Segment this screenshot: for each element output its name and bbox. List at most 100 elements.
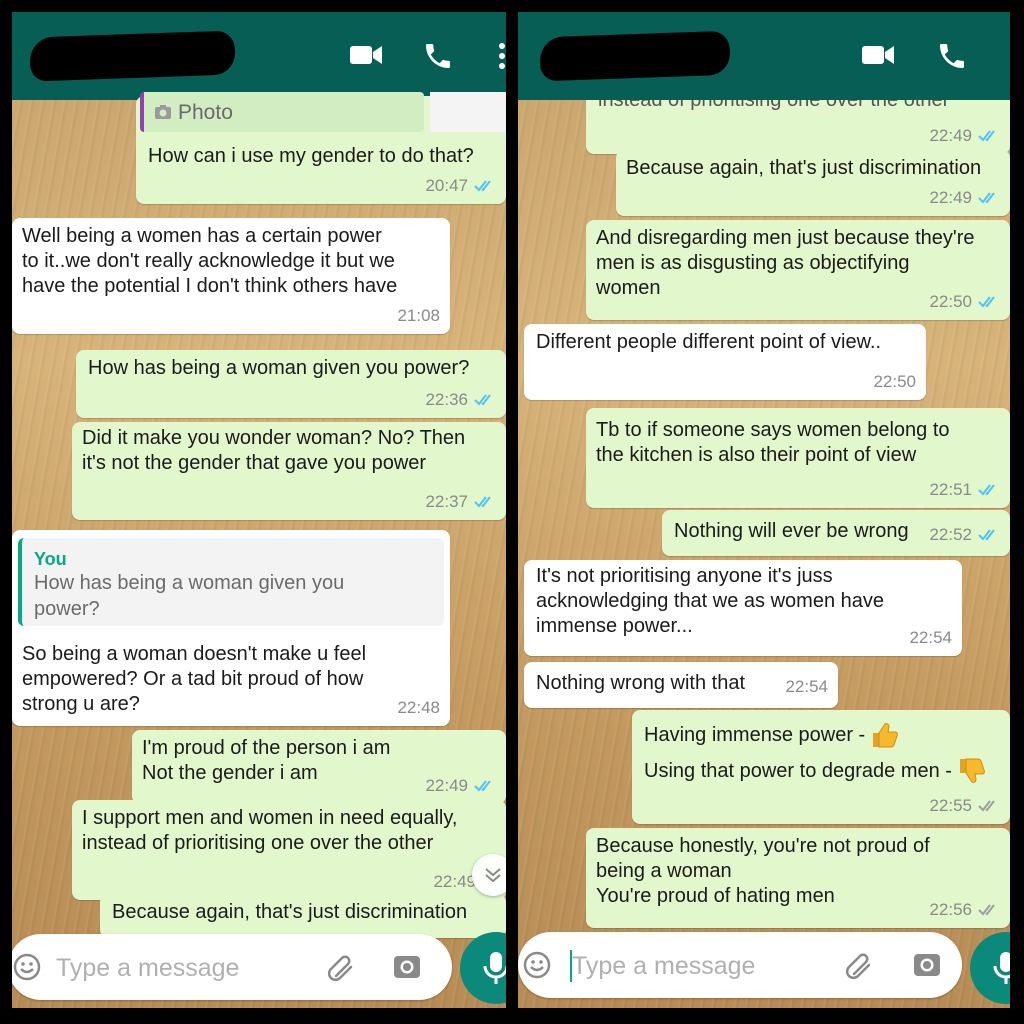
camera-icon[interactable] [392, 952, 422, 982]
thumbs-up-emoji [873, 723, 899, 748]
outgoing-message[interactable]: How has being a woman given you power? 2… [76, 350, 506, 418]
message-meta: 22:54 [785, 674, 828, 699]
double-check-icon [978, 129, 995, 142]
scroll-to-bottom-button[interactable] [472, 854, 506, 896]
double-check-icon [474, 495, 491, 508]
message-text: Because again, that's just discriminatio… [112, 901, 468, 923]
redacted-contact-name [539, 30, 731, 82]
video-camera-icon[interactable] [348, 40, 384, 70]
message-time: 22:36 [425, 390, 468, 409]
double-check-icon [978, 191, 995, 204]
message-meta: 20:47 [425, 173, 496, 198]
outgoing-message[interactable]: Photo How can i use my gender to do that… [136, 92, 506, 204]
voice-message-button[interactable] [460, 932, 506, 1004]
message-meta: 22:50 [873, 369, 916, 394]
message-meta: 22:49 [433, 869, 476, 894]
message-line: Having immense power - [644, 720, 899, 750]
chat-screen-right: instead of prioritising one over the oth… [518, 12, 1010, 1008]
double-check-icon [978, 799, 995, 812]
quoted-photo[interactable]: Photo [136, 92, 506, 138]
microphone-icon [483, 952, 506, 984]
camera-icon[interactable] [912, 950, 942, 980]
phone-icon[interactable] [422, 40, 454, 72]
phone-icon[interactable] [936, 40, 968, 72]
photo-thumbnail [430, 92, 506, 132]
message-meta: 22:48 [397, 695, 440, 720]
message-time: 22:50 [873, 372, 916, 391]
paperclip-icon[interactable] [326, 952, 356, 982]
message-time: 22:48 [397, 698, 440, 717]
message-meta: 22:51 [929, 477, 1000, 502]
message-time: 22:49 [929, 126, 972, 145]
incoming-message[interactable]: Nothing wrong with that 22:54 [524, 662, 838, 708]
double-check-icon [978, 903, 995, 916]
smiley-icon[interactable] [12, 952, 42, 982]
message-text: How can i use my gender to do that? [148, 145, 474, 167]
incoming-message[interactable]: Different people different point of view… [524, 324, 926, 400]
message-meta: 21:08 [397, 303, 440, 328]
message-input-placeholder[interactable]: Type a message [572, 951, 755, 981]
thumbs-down-emoji [959, 758, 985, 783]
outgoing-message[interactable]: Did it make you wonder woman? No? Then i… [72, 422, 506, 520]
outgoing-message[interactable]: Tb to if someone says women belong to th… [586, 408, 1010, 508]
paperclip-icon[interactable] [844, 950, 874, 980]
message-time: 22:49 [425, 776, 468, 795]
chat-header [12, 12, 506, 100]
outgoing-message[interactable]: And disregarding men just because they'r… [586, 220, 1010, 320]
message-meta: 22:36 [425, 387, 496, 412]
message-meta: 22:49 [929, 123, 1000, 148]
message-meta: 22:50 [929, 289, 1000, 314]
incoming-message[interactable]: Well being a women has a certain power t… [12, 218, 450, 334]
message-text: Did it make you wonder woman? No? Then i… [82, 427, 466, 474]
outgoing-message[interactable]: Because again, that's just discriminatio… [100, 894, 506, 938]
incoming-message[interactable]: It's not prioritising anyone it's juss a… [524, 560, 962, 656]
double-check-icon [978, 483, 995, 496]
video-camera-icon[interactable] [860, 40, 896, 70]
message-time: 22:56 [929, 900, 972, 919]
camera-icon [155, 105, 171, 119]
incoming-message[interactable]: You How has being a woman given you powe… [12, 530, 450, 726]
message-text: I support men and women in need equally,… [82, 807, 458, 854]
outgoing-message[interactable]: Because again, that's just discriminatio… [616, 150, 1010, 216]
quoted-photo-label: Photo [178, 100, 233, 124]
message-time: 22:37 [425, 492, 468, 511]
message-text: Nothing wrong with that [536, 672, 746, 694]
outgoing-message[interactable]: I support men and women in need equally,… [72, 800, 506, 900]
smiley-icon[interactable] [522, 950, 552, 980]
message-meta: 22:49 [929, 185, 1000, 210]
quoted-message[interactable]: You How has being a woman given you powe… [18, 538, 444, 626]
message-meta: 22:37 [425, 489, 496, 514]
voice-message-button[interactable] [970, 932, 1010, 1004]
message-text: Well being a women has a certain power t… [22, 225, 398, 297]
outgoing-message[interactable]: I'm proud of the person i am Not the gen… [132, 730, 506, 804]
message-time: 20:47 [425, 176, 468, 195]
message-time: 22:54 [785, 677, 828, 696]
outgoing-message[interactable]: Nothing will ever be wrong 22:52 [662, 510, 1010, 556]
message-text: How has being a woman given you power? [88, 357, 470, 379]
double-check-icon [978, 295, 995, 308]
message-meta: 22:55 [929, 793, 1000, 818]
message-input-placeholder[interactable]: Type a message [56, 953, 239, 983]
microphone-icon [993, 952, 1010, 984]
message-text: Because again, that's just discriminatio… [626, 157, 982, 179]
message-input-bar[interactable]: Type a message [518, 932, 962, 998]
message-time: 22:51 [929, 480, 972, 499]
message-input-bar[interactable]: Type a message [12, 934, 452, 1000]
message-time: 21:08 [397, 306, 440, 325]
message-time: 22:55 [929, 796, 972, 815]
message-text: So being a woman doesn't make u feel emp… [22, 643, 367, 715]
chat-screen-left: Photo How can i use my gender to do that… [12, 12, 506, 1008]
redacted-contact-name [29, 30, 236, 82]
message-line: Using that power to degrade men - [644, 756, 986, 786]
message-text: Using that power to degrade men - [644, 759, 952, 782]
more-vertical-icon[interactable] [498, 42, 506, 70]
double-check-icon [978, 528, 995, 541]
outgoing-message[interactable]: Because honestly, you're not proud of be… [586, 828, 1010, 928]
double-check-icon [474, 779, 491, 792]
message-text: Tb to if someone says women belong to th… [596, 419, 950, 466]
outgoing-message[interactable]: Having immense power - Using that power … [632, 710, 1010, 824]
quote-author: You [34, 549, 67, 569]
message-meta: 22:54 [909, 625, 952, 650]
double-check-icon [474, 179, 491, 192]
message-text: It's not prioritising anyone it's juss a… [536, 565, 884, 637]
